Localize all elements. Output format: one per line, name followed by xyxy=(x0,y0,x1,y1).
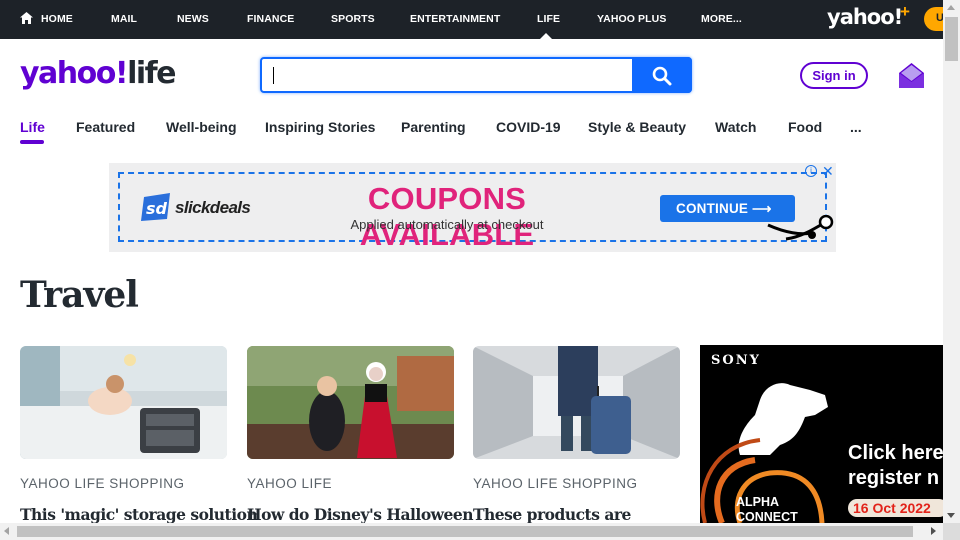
yahoo-life-logo[interactable]: yahoo!life xyxy=(20,56,177,91)
horizontal-scrollbar[interactable] xyxy=(0,523,943,540)
sign-in-button[interactable]: Sign in xyxy=(800,62,868,89)
tab-style-beauty[interactable]: Style & Beauty xyxy=(588,119,686,135)
article-source: YAHOO LIFE SHOPPING xyxy=(20,476,185,491)
alpha-line1: ALPHA xyxy=(736,495,780,509)
brand-yahoo: yahoo! xyxy=(20,56,129,91)
article-thumbnail[interactable] xyxy=(20,346,227,459)
topnav-entertainment[interactable]: ENTERTAINMENT xyxy=(410,13,500,25)
sony-cta-line2: register n xyxy=(848,467,940,489)
tab-well-being[interactable]: Well-being xyxy=(166,119,237,135)
mail-icon[interactable] xyxy=(899,62,924,88)
vertical-scroll-thumb[interactable] xyxy=(945,17,958,61)
topnav-life[interactable]: LIFE xyxy=(537,13,560,25)
topnav-news[interactable]: NEWS xyxy=(177,13,209,25)
vertical-scrollbar[interactable] xyxy=(943,0,960,540)
yahoo-logo[interactable]: yahoo! xyxy=(827,5,903,29)
active-tab-caret xyxy=(540,33,552,39)
topnav-yahoo-plus[interactable]: YAHOO PLUS xyxy=(597,13,666,25)
topnav-sports[interactable]: SPORTS xyxy=(331,13,375,25)
tab-parenting[interactable]: Parenting xyxy=(401,119,466,135)
scrollbar-corner xyxy=(943,523,960,540)
slickdeals-brand: slickdeals xyxy=(175,198,251,217)
search-button[interactable] xyxy=(632,57,692,93)
sony-cta[interactable]: Click here register n xyxy=(848,441,943,491)
scroll-down-arrow-icon[interactable] xyxy=(947,513,955,518)
slickdeals-logo-mark: sd xyxy=(146,199,168,218)
brand-life: life xyxy=(127,56,176,91)
adchoices-icon[interactable]: i xyxy=(805,165,817,177)
topnav-mail[interactable]: MAIL xyxy=(111,13,137,25)
tab-food[interactable]: Food xyxy=(788,119,822,135)
article-headline[interactable]: This 'magic' storage solution xyxy=(20,505,258,524)
tab-inspiring-stories[interactable]: Inspiring Stories xyxy=(265,119,375,135)
alpha-connect-label: ALPHA CONNECT xyxy=(736,495,798,523)
sony-date-badge: 16 Oct 2022 xyxy=(848,499,943,517)
ad-subline: Applied automatically at checkout xyxy=(350,217,544,232)
topnav-more[interactable]: MORE... xyxy=(701,13,742,25)
article-thumbnail[interactable] xyxy=(247,346,454,459)
scroll-right-arrow-icon[interactable] xyxy=(931,527,936,535)
topnav-finance[interactable]: FINANCE xyxy=(247,13,294,25)
article-headline[interactable]: How do Disney's Halloween xyxy=(247,505,474,524)
top-nav-bar: HOME MAIL NEWS FINANCE SPORTS ENTERTAINM… xyxy=(0,0,960,39)
section-title: Travel xyxy=(20,274,139,316)
ad-close-icon[interactable]: ✕ xyxy=(822,163,834,180)
article-source: YAHOO LIFE xyxy=(247,476,333,491)
article-source: YAHOO LIFE SHOPPING xyxy=(473,476,638,491)
tab-watch[interactable]: Watch xyxy=(715,119,756,135)
slickdeals-ad-banner[interactable]: sd slickdeals COUPONS AVAILABLE Applied … xyxy=(109,163,836,252)
tab-more-ellipsis[interactable]: ... xyxy=(850,119,862,135)
sony-ad[interactable]: SONY Click here register n 16 Oct 2022 A… xyxy=(700,345,943,523)
alpha-line2: CONNECT xyxy=(736,510,798,523)
scroll-up-arrow-icon[interactable] xyxy=(947,5,955,10)
sony-cta-line1: Click here xyxy=(848,442,943,464)
active-tab-underline xyxy=(20,140,44,144)
yahoo-plus-mark: + xyxy=(900,2,910,21)
search-input[interactable] xyxy=(270,64,625,86)
text-cursor xyxy=(273,67,274,84)
scroll-left-arrow-icon[interactable] xyxy=(4,527,9,535)
scissors-icon xyxy=(767,215,834,241)
yahoo-life-page: HOME MAIL NEWS FINANCE SPORTS ENTERTAINM… xyxy=(0,0,960,540)
article-thumbnail[interactable] xyxy=(473,346,680,459)
tab-featured[interactable]: Featured xyxy=(76,119,135,135)
topnav-home[interactable]: HOME xyxy=(41,13,73,25)
search-icon xyxy=(652,66,672,86)
tab-life[interactable]: Life xyxy=(20,119,45,135)
tab-covid-19[interactable]: COVID-19 xyxy=(496,119,561,135)
search-box xyxy=(260,57,692,93)
slickdeals-logo-icon: sd xyxy=(141,193,170,221)
home-icon[interactable] xyxy=(20,12,33,24)
horizontal-scroll-thumb[interactable] xyxy=(17,526,913,537)
article-headline[interactable]: These products are xyxy=(473,505,631,524)
